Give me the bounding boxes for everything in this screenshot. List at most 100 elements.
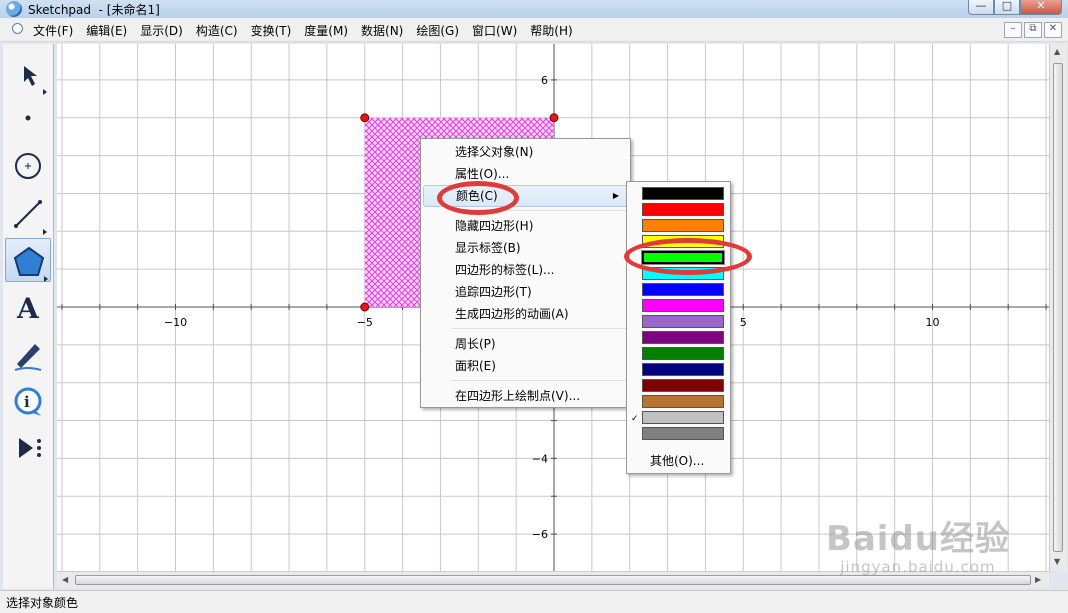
menu-item[interactable]: 显示(D) [140, 22, 183, 39]
color-swatch[interactable] [642, 427, 724, 440]
compass-tool[interactable] [5, 144, 51, 188]
point-tool[interactable] [5, 96, 51, 140]
context-menu-item-label: 隐藏四边形(H) [455, 219, 534, 233]
context-menu-item[interactable]: 隐藏四边形(H) [423, 215, 628, 237]
context-menu-item-label: 选择父对象(N) [455, 145, 534, 159]
menu-item[interactable]: 编辑(E) [86, 22, 127, 39]
menu-item[interactable]: 文件(F) [33, 22, 73, 39]
context-menu-item-label: 追踪四边形(T) [455, 285, 532, 299]
y-tick-label: 6 [541, 74, 548, 87]
color-swatch[interactable] [642, 331, 724, 344]
color-swatch[interactable] [642, 235, 724, 248]
color-swatch[interactable] [642, 299, 724, 312]
submenu-arrow-icon: ▶ [612, 191, 619, 200]
color-swatch[interactable] [642, 347, 724, 360]
color-swatch[interactable] [642, 315, 724, 328]
maximize-button[interactable]: □ [994, 0, 1020, 15]
y-tick-label: −6 [532, 528, 548, 541]
color-swatch[interactable] [642, 267, 724, 280]
context-menu-item-label: 生成四边形的动画(A) [455, 307, 569, 321]
color-swatch[interactable] [642, 283, 724, 296]
menu-item[interactable]: 构造(C) [196, 22, 238, 39]
context-menu-item[interactable]: 追踪四边形(T) [423, 281, 628, 303]
sketchpad-app-icon [6, 1, 22, 17]
vertex-point[interactable] [360, 302, 370, 312]
context-menu-item[interactable]: 四边形的标签(L)... [423, 259, 628, 281]
color-swatch[interactable] [642, 203, 724, 216]
menu-separator [451, 380, 628, 382]
status-text: 选择对象颜色 [6, 596, 79, 610]
context-menu-item[interactable]: 周长(P) [423, 333, 628, 355]
menu-item[interactable]: 帮助(H) [530, 22, 572, 39]
watermark-url: jingyan.baidu.com [840, 558, 996, 576]
vertex-point[interactable] [549, 113, 559, 123]
menu-item[interactable]: 窗口(W) [472, 22, 517, 39]
context-menu-item[interactable]: 属性(O)... [423, 163, 628, 185]
menu-item[interactable]: 变换(T) [251, 22, 292, 39]
y-tick-label: −4 [532, 452, 548, 465]
color-swatch[interactable] [642, 219, 724, 232]
document-icon[interactable] [12, 23, 23, 34]
context-menu-item[interactable]: 选择父对象(N) [423, 141, 628, 163]
scroll-up-arrow-icon[interactable]: ▲ [1054, 47, 1060, 56]
menu-item[interactable]: 度量(M) [304, 22, 348, 39]
vertical-scroll-thumb[interactable] [1053, 63, 1063, 552]
arrow-tool[interactable] [5, 52, 51, 96]
arrow-tool-icon [24, 66, 37, 86]
selected-check-icon: ✓ [631, 414, 639, 424]
color-swatch[interactable] [642, 363, 724, 376]
vertical-scrollbar[interactable]: ▲ ▼ [1049, 44, 1067, 571]
color-submenu: ✓ 其他(O)... [626, 181, 731, 474]
doc-close-button[interactable]: ✕ [1044, 22, 1062, 38]
vertex-point[interactable] [360, 113, 370, 123]
context-menu-item-label: 属性(O)... [455, 167, 510, 181]
color-swatch[interactable] [642, 411, 724, 424]
toolbox: A i [3, 44, 54, 589]
context-menu-item-label: 四边形的标签(L)... [455, 263, 555, 277]
menu-item[interactable]: 绘图(G) [416, 22, 459, 39]
custom-tool-icon [19, 438, 33, 458]
context-menu-item[interactable]: 显示标签(B) [423, 237, 628, 259]
context-menu-item-label: 显示标签(B) [455, 241, 521, 255]
context-menu: 选择父对象(N) 属性(O)... 颜色(C) ▶ 隐藏四边形(H) 显示标签(B) 四边形… [420, 138, 631, 408]
custom-tool[interactable] [5, 426, 51, 470]
color-swatch[interactable] [642, 187, 724, 200]
context-menu-item[interactable]: 在四边形上绘制点(V)... [423, 385, 628, 407]
scroll-right-arrow-icon[interactable]: ▶ [1035, 575, 1041, 584]
context-menu-item[interactable]: 面积(E) [423, 355, 628, 377]
doc-restore-button[interactable]: ⧉ [1024, 22, 1042, 38]
minimize-button[interactable]: — [968, 0, 994, 15]
context-menu-item-label: 周长(P) [455, 337, 496, 351]
menu-separator [451, 328, 628, 330]
text-tool[interactable]: A [5, 286, 51, 330]
doc-minimize-button[interactable]: – [1004, 22, 1022, 38]
context-menu-item[interactable]: 颜色(C) ▶ [423, 185, 628, 207]
other-color-item[interactable]: 其他(O)... [650, 452, 704, 469]
text-tool-icon: A [16, 292, 40, 325]
color-swatch[interactable] [642, 379, 724, 392]
scroll-down-arrow-icon[interactable]: ▼ [1054, 557, 1060, 566]
status-bar: 选择对象颜色 [0, 590, 1068, 613]
watermark: Baidu经验 jingyan.baidu.com [826, 511, 1010, 576]
horizontal-scroll-thumb[interactable] [75, 575, 1031, 585]
information-tool[interactable]: i [5, 380, 51, 424]
color-swatch[interactable] [642, 395, 724, 408]
x-tick-label: −10 [164, 316, 187, 329]
context-menu-item-label: 颜色(C) [456, 189, 498, 203]
watermark-logo: Baidu经验 [825, 519, 1010, 559]
context-menu-item[interactable]: 生成四边形的动画(A) [423, 303, 628, 325]
context-menu-item-label: 面积(E) [455, 359, 496, 373]
color-swatch[interactable] [641, 250, 725, 265]
close-button[interactable]: ✕ [1020, 0, 1062, 15]
straightedge-tool[interactable] [5, 192, 51, 236]
marker-tool-icon [17, 344, 40, 368]
menu-items: 文件(F) 编辑(E) 显示(D) 构造(C) 变换(T) 度量(M) 数据(N) 绘图(G)… [33, 22, 586, 39]
title-bar: Sketchpad - [未命名1] — □ ✕ [0, 0, 1068, 18]
polygon-tool[interactable] [5, 238, 51, 282]
marker-tool[interactable] [5, 332, 51, 376]
menu-item[interactable]: 数据(N) [361, 22, 403, 39]
document-window-controls: – ⧉ ✕ [1002, 22, 1062, 38]
polygon-tool-icon [13, 246, 45, 276]
x-tick-label: 5 [740, 316, 747, 329]
scroll-left-arrow-icon[interactable]: ◀ [62, 575, 68, 584]
